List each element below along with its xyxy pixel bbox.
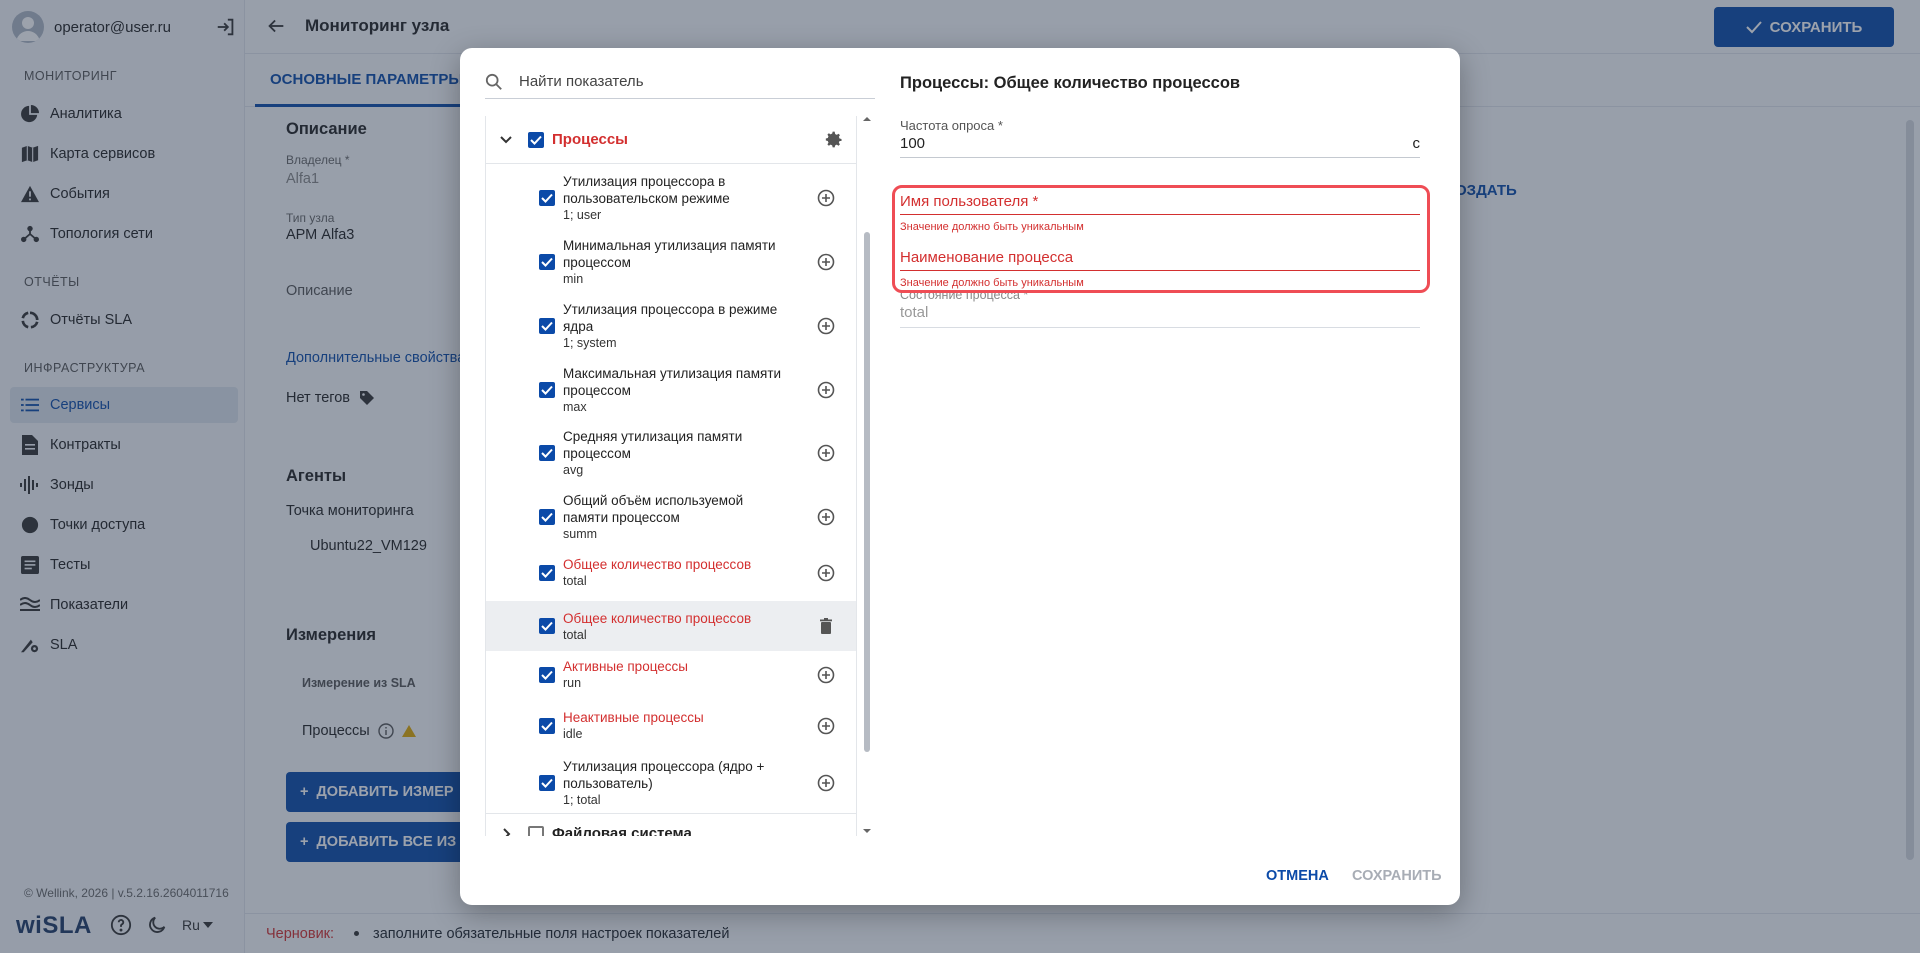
cancel-button[interactable]: ОТМЕНА (1266, 868, 1329, 884)
indicator-search (485, 65, 875, 99)
indicator-key: total (563, 574, 587, 588)
indicator-key: summ (563, 527, 598, 541)
indicator-item[interactable]: Утилизация процессора в пользовательском… (486, 168, 856, 228)
indicator-name: Утилизация процессора в пользовательском… (563, 174, 730, 206)
indicator-checkbox[interactable] (539, 382, 555, 398)
indicator-key: idle (563, 727, 583, 741)
group-title: Файловая система (552, 825, 692, 836)
indicator-text: Общее количество процессов total (563, 610, 788, 643)
indicator-text: Утилизация процессора (ядро + пользовате… (563, 758, 788, 808)
indicator-key: 1; total (563, 793, 601, 807)
indicator-name: Общее количество процессов (563, 610, 752, 626)
indicator-checkbox[interactable] (539, 618, 555, 634)
indicator-text: Общий объём используемой памяти процессо… (563, 492, 788, 542)
indicator-checkbox[interactable] (539, 318, 555, 334)
indicator-key: avg (563, 463, 584, 477)
chevron-right-icon[interactable] (496, 824, 516, 837)
indicator-checkbox[interactable] (539, 509, 555, 525)
add-circle-icon[interactable] (817, 717, 835, 735)
indicator-item[interactable]: Максимальная утилизация памяти процессом… (486, 360, 856, 420)
process-state-underline (900, 327, 1420, 328)
scroll-down-icon[interactable] (860, 826, 874, 836)
indicator-tree: Процессы Утилизация процессора в пользов… (485, 116, 857, 836)
poll-frequency-input[interactable]: 100 (900, 135, 925, 152)
indicator-text: Средняя утилизация памяти процессом avg (563, 428, 788, 478)
search-icon (485, 73, 502, 90)
indicator-item[interactable]: Общий объём используемой памяти процессо… (486, 487, 856, 547)
indicator-checkbox[interactable] (539, 717, 555, 734)
indicator-key: 1; user (563, 208, 602, 222)
search-input[interactable] (519, 73, 849, 90)
add-circle-icon[interactable] (817, 774, 835, 792)
add-circle-icon[interactable] (817, 508, 835, 526)
error-highlight-frame (892, 185, 1430, 293)
add-circle-icon[interactable] (817, 666, 835, 684)
poll-frequency-underline (900, 157, 1420, 158)
group-filesystem[interactable]: Файловая система (486, 813, 856, 837)
indicator-name: Максимальная утилизация памяти процессом (563, 366, 782, 398)
group-processes[interactable]: Процессы (486, 116, 856, 164)
indicator-key: 1; system (563, 336, 617, 350)
indicator-checkbox[interactable] (539, 190, 555, 206)
indicator-key: run (563, 676, 582, 690)
indicator-item[interactable]: Средняя утилизация памяти процессом avg (486, 423, 856, 483)
indicator-item[interactable]: Утилизация процессора в режиме ядра 1; sy… (486, 296, 856, 356)
form-title: Процессы: Общее количество процессов (900, 74, 1241, 92)
indicator-text: Утилизация процессора в режиме ядра 1; sy… (563, 301, 788, 351)
group-title: Процессы (552, 131, 628, 148)
indicator-checkbox[interactable] (539, 775, 555, 791)
group-checkbox[interactable] (528, 825, 544, 836)
indicator-text: Неактивные процессы idle (563, 709, 788, 742)
indicator-checkbox[interactable] (539, 564, 555, 581)
indicator-item[interactable]: Общее количество процессов total (486, 601, 856, 651)
add-circle-icon[interactable] (817, 317, 835, 335)
indicator-item[interactable]: Неактивные процессы idle (486, 703, 856, 748)
indicator-checkbox[interactable] (539, 254, 555, 270)
indicator-text: Утилизация процессора в пользовательском… (563, 173, 788, 223)
scroll-thumb[interactable] (864, 232, 870, 752)
gear-icon[interactable] (824, 130, 844, 150)
poll-frequency-unit: с (1412, 135, 1421, 152)
add-circle-icon[interactable] (817, 564, 835, 582)
process-state-input[interactable]: total (900, 304, 928, 321)
indicator-name: Общее количество процессов (563, 557, 752, 572)
add-circle-icon[interactable] (817, 189, 835, 207)
indicator-item[interactable]: Минимальная утилизация памяти процессом m… (486, 232, 856, 292)
add-circle-icon[interactable] (817, 381, 835, 399)
indicator-name: Минимальная утилизация памяти процессом (563, 238, 776, 270)
indicator-checkbox[interactable] (539, 666, 555, 683)
indicator-name: Средняя утилизация памяти процессом (563, 429, 743, 461)
indicator-name: Неактивные процессы (563, 710, 704, 725)
indicator-key: total (563, 627, 587, 642)
poll-frequency-label: Частота опроса * (900, 118, 1003, 133)
indicator-name: Утилизация процессора (ядро + пользовате… (563, 759, 765, 791)
add-circle-icon[interactable] (817, 253, 835, 271)
delete-icon[interactable] (817, 617, 835, 635)
indicator-checkbox[interactable] (539, 445, 555, 461)
indicator-item[interactable]: Утилизация процессора (ядро + пользовате… (486, 753, 856, 813)
group-checkbox[interactable] (528, 131, 544, 148)
indicator-name: Активные процессы (563, 659, 688, 674)
indicator-item[interactable]: Активные процессы run (486, 652, 856, 697)
modal-save-button[interactable]: СОХРАНИТЬ (1352, 868, 1442, 884)
indicator-settings-dialog: Процессы Утилизация процессора в пользов… (460, 48, 1460, 905)
indicator-item[interactable]: Общее количество процессов total (486, 550, 856, 595)
indicator-name: Общий объём используемой памяти процессо… (563, 493, 744, 525)
indicator-key: max (563, 400, 587, 414)
tree-scrollbar[interactable] (860, 116, 874, 836)
indicator-key: min (563, 272, 584, 286)
indicator-name: Утилизация процессора в режиме ядра (563, 302, 778, 334)
chevron-down-icon[interactable] (496, 130, 516, 150)
indicator-text: Активные процессы run (563, 658, 788, 691)
add-circle-icon[interactable] (817, 444, 835, 462)
scroll-up-icon[interactable] (860, 114, 874, 124)
indicator-text: Общее количество процессов total (563, 556, 788, 589)
indicator-text: Минимальная утилизация памяти процессом m… (563, 237, 788, 287)
indicator-text: Максимальная утилизация памяти процессом… (563, 365, 788, 415)
